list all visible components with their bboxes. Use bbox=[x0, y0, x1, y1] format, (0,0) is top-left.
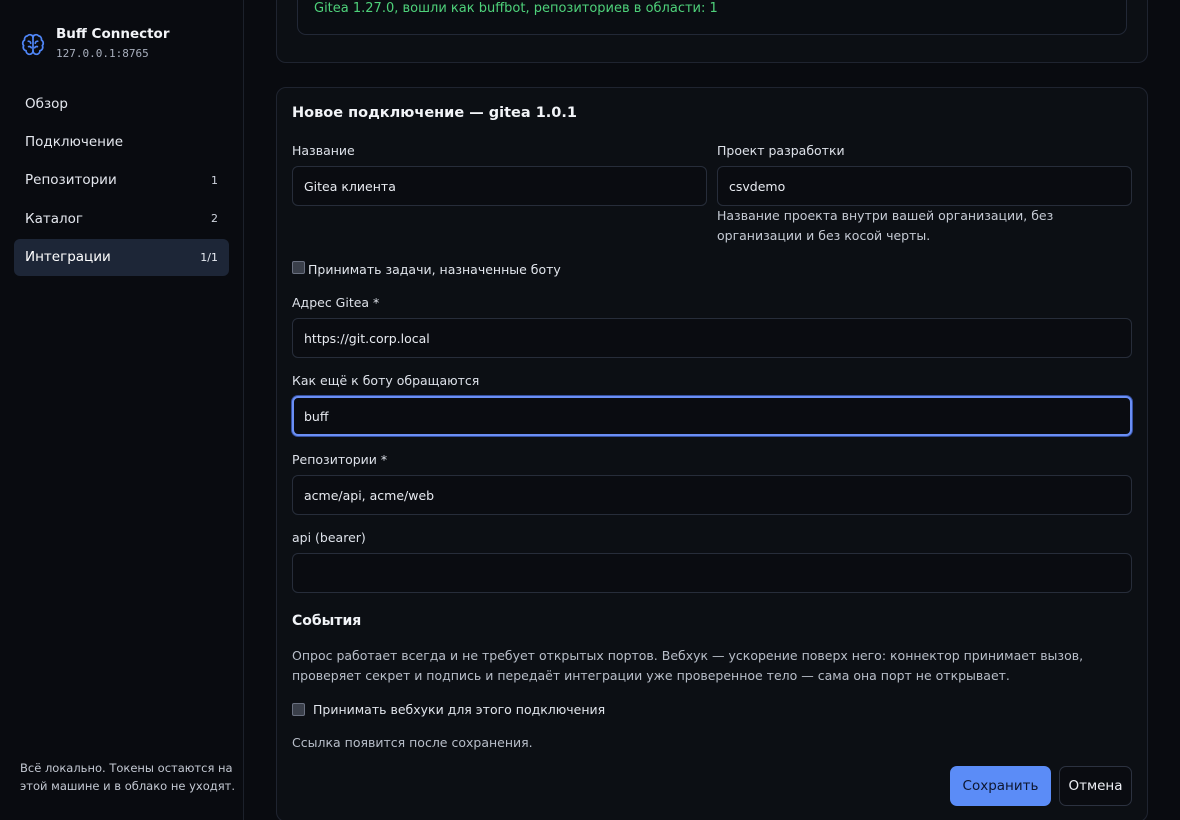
new-connection-form: Новое подключение — gitea 1.0.1 Название… bbox=[276, 87, 1148, 820]
name-label: Название bbox=[292, 143, 355, 158]
cancel-button[interactable]: Отмена bbox=[1059, 766, 1132, 806]
alias-label: Как ещё к боту обращаются bbox=[292, 373, 480, 388]
sidebar-item-connection[interactable]: Подключение bbox=[14, 123, 229, 160]
events-description: Опрос работает всегда и не требует откры… bbox=[292, 648, 1084, 683]
webhook-label: Принимать вебхуки для этого подключения bbox=[313, 702, 606, 717]
events-title: События bbox=[292, 613, 362, 629]
api-token-input[interactable] bbox=[292, 553, 1132, 593]
bot-alias-input[interactable] bbox=[292, 396, 1132, 436]
repositories-input[interactable] bbox=[292, 475, 1132, 515]
token-label: api (bearer) bbox=[292, 530, 366, 545]
project-hint: Название проекта внутри вашей организаци… bbox=[717, 208, 1054, 243]
sidebar-item-count: 2 bbox=[211, 212, 218, 226]
sidebar-item-label: Каталог bbox=[25, 210, 83, 227]
sidebar-item-overview[interactable]: Обзор bbox=[14, 85, 229, 122]
sidebar-item-label: Репозитории bbox=[25, 172, 117, 189]
sidebar-item-repositories[interactable]: Репозитории 1 bbox=[14, 162, 229, 199]
brand: Buff Connector 127.0.0.1:8765 bbox=[20, 26, 169, 61]
sidebar-item-integrations[interactable]: Интеграции 1/1 bbox=[14, 238, 229, 276]
form-title: Новое подключение — gitea 1.0.1 bbox=[292, 105, 577, 121]
sidebar-item-catalog[interactable]: Каталог 2 bbox=[14, 200, 229, 237]
sidebar: Buff Connector 127.0.0.1:8765 Обзор Подк… bbox=[0, 0, 244, 820]
project-input[interactable] bbox=[717, 166, 1132, 206]
server-address: 127.0.0.1:8765 bbox=[56, 47, 149, 60]
accept-tasks-label: Принимать задачи, назначенные боту bbox=[308, 262, 561, 277]
sidebar-item-count: 1 bbox=[211, 173, 218, 187]
sidebar-item-count: 1/1 bbox=[200, 250, 218, 264]
webhook-checkbox[interactable] bbox=[292, 703, 305, 716]
sidebar-nav: Обзор Подключение Репозитории 1 Каталог … bbox=[14, 85, 229, 277]
status-message: Gitea 1.27.0, вошли как buffbot, репозит… bbox=[314, 1, 718, 16]
name-input[interactable] bbox=[292, 166, 707, 206]
sidebar-item-label: Интеграции bbox=[25, 249, 111, 266]
save-button[interactable]: Сохранить bbox=[950, 766, 1051, 806]
brain-icon bbox=[21, 33, 45, 56]
url-label: Адрес Gitea * bbox=[292, 295, 380, 310]
repos-label: Репозитории * bbox=[292, 452, 388, 467]
project-label: Проект разработки bbox=[717, 143, 845, 158]
main-content: Gitea 1.27.0, вошли как buffbot, репозит… bbox=[244, 0, 1180, 820]
gitea-url-input[interactable] bbox=[292, 318, 1132, 358]
app-name: Buff Connector bbox=[56, 26, 170, 42]
webhook-link-note: Ссылка появится после сохранения. bbox=[292, 735, 533, 750]
status-card: Gitea 1.27.0, вошли как buffbot, репозит… bbox=[276, 0, 1148, 63]
sidebar-item-label: Подключение bbox=[25, 133, 124, 150]
sidebar-footer-note: Всё локально. Токены остаются на этой ма… bbox=[20, 761, 235, 793]
accept-tasks-checkbox[interactable] bbox=[292, 261, 305, 274]
sidebar-item-label: Обзор bbox=[25, 95, 68, 112]
status-box: Gitea 1.27.0, вошли как buffbot, репозит… bbox=[297, 0, 1127, 35]
